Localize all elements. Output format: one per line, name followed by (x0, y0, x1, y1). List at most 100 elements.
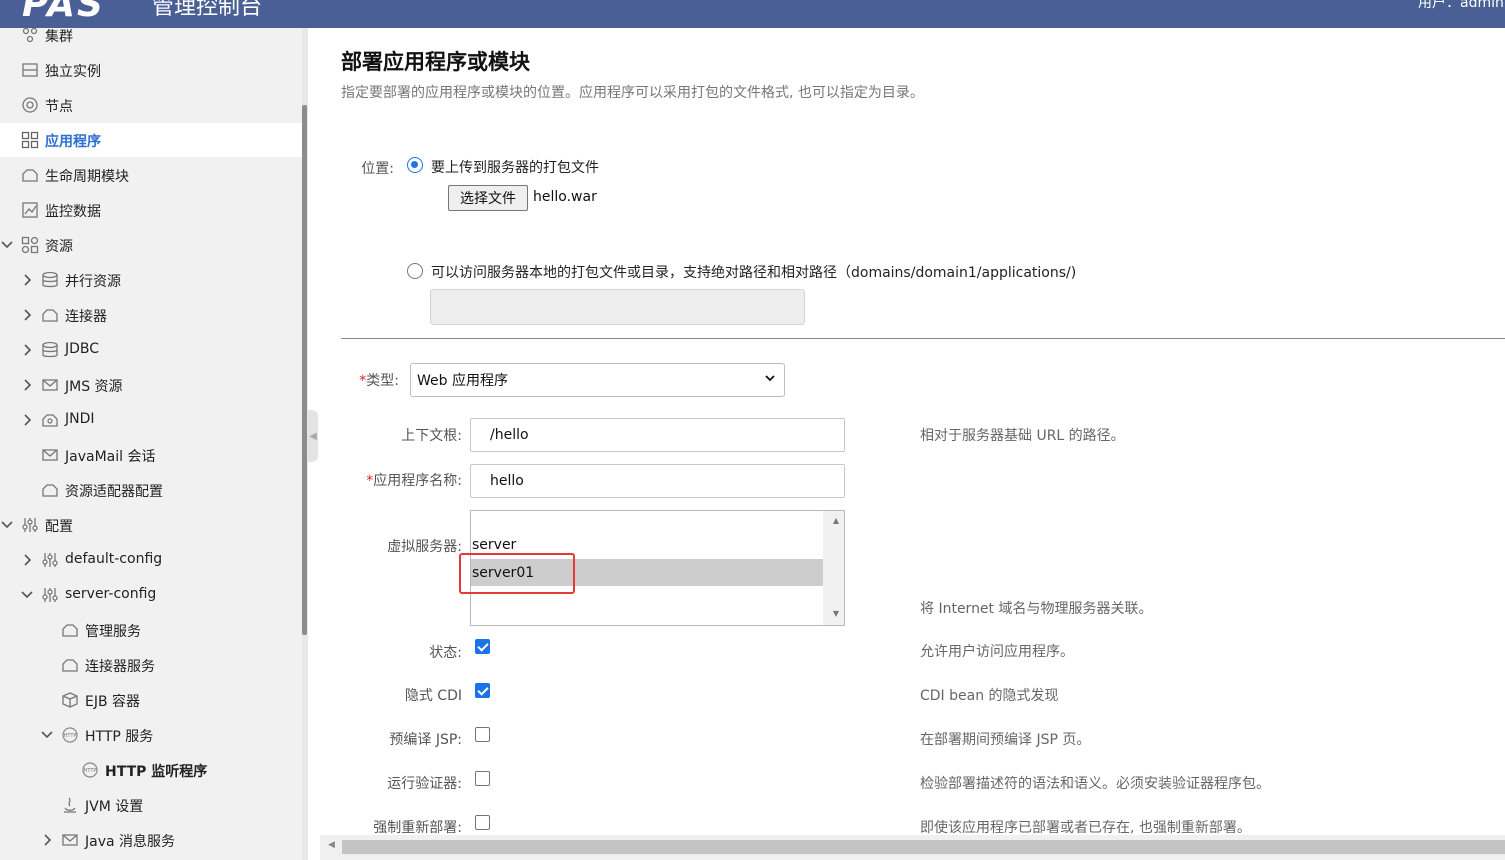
chevron-down-icon[interactable] (21, 588, 33, 602)
sidebar-item-label: 连接器服务 (85, 659, 155, 675)
chevron-right-icon[interactable] (21, 273, 33, 287)
upload-file-radio[interactable] (407, 157, 423, 173)
sidebar-item[interactable]: JNDI (0, 403, 302, 437)
java-icon (60, 795, 80, 815)
sidebar-item[interactable]: EJB 容器 (0, 683, 302, 717)
listbox-scrollbar[interactable] (823, 511, 844, 625)
sidebar-item-label: default-config (65, 551, 163, 567)
sidebar-item[interactable]: 集群 (0, 28, 302, 52)
jms-icon (40, 375, 60, 395)
http-icon: HTTP (60, 725, 80, 745)
sidebar-item[interactable]: server-config (0, 578, 302, 612)
sidebar-item-label: 应用程序 (45, 134, 101, 150)
jms-icon (60, 830, 80, 850)
sidebar-item-label: 节点 (45, 99, 73, 115)
sidebar-item-label: Java 消息服务 (85, 834, 176, 850)
sidebar-item[interactable]: 节点 (0, 88, 302, 122)
app-name-input[interactable]: hello (470, 464, 845, 498)
verifier-checkbox[interactable] (475, 771, 490, 786)
sidebar-item[interactable]: 连接器服务 (0, 648, 302, 682)
location-label: 位置: (361, 161, 394, 177)
context-root-input[interactable]: /hello (470, 418, 845, 452)
sidebar-item[interactable]: 配置 (0, 508, 302, 542)
force-redeploy-help: 即使该应用程序已部署或者已存在, 也强制重新部署。 (920, 820, 1251, 836)
sidebar-scrollbar-thumb[interactable] (302, 105, 307, 635)
config-icon (40, 585, 60, 605)
product-logo: PAS (22, 0, 105, 25)
force-redeploy-checkbox[interactable] (475, 815, 490, 830)
status-help: 允许用户访问应用程序。 (920, 644, 1074, 660)
chevron-right-icon[interactable] (21, 343, 33, 357)
sidebar-item[interactable]: 监控数据 (0, 193, 302, 227)
svg-text:HTTP: HTTP (84, 768, 97, 774)
sidebar-item-label: 资源 (45, 239, 73, 255)
jndi-icon (40, 410, 60, 430)
page-title: 部署应用程序或模块 (341, 50, 530, 74)
sidebar-item[interactable]: HTTP HTTP 监听程序 (0, 753, 302, 787)
sidebar-item-label: 配置 (45, 519, 73, 535)
virtual-servers-label: 虚拟服务器: (387, 539, 462, 555)
force-redeploy-label: 强制重新部署: (373, 820, 462, 836)
sidebar-item[interactable]: 资源 (0, 228, 302, 262)
sidebar-item-label: 管理服务 (85, 624, 141, 640)
chevron-right-icon[interactable] (21, 378, 33, 392)
precompile-checkbox[interactable] (475, 727, 490, 742)
sidebar-item-label: 集群 (45, 29, 73, 45)
scroll-up-icon[interactable]: ▲ (833, 516, 839, 525)
sidebar-item[interactable]: default-config (0, 543, 302, 577)
type-select[interactable]: Web 应用程序 (410, 363, 785, 397)
scroll-down-icon[interactable]: ▼ (833, 609, 839, 618)
chevron-down-icon[interactable] (1, 238, 13, 252)
sidebar-item[interactable]: 并行资源 (0, 263, 302, 297)
sidebar-collapse-handle[interactable]: ◀ (308, 410, 318, 462)
context-root-label: 上下文根: (401, 428, 462, 444)
cdi-checkbox[interactable] (475, 683, 490, 698)
database-icon (40, 270, 60, 290)
sidebar-item[interactable]: 资源适配器配置 (0, 473, 302, 507)
local-path-radio[interactable] (407, 263, 423, 279)
applications-icon (20, 130, 40, 150)
sidebar-item[interactable]: JMS 资源 (0, 368, 302, 402)
sidebar-item-label: 资源适配器配置 (65, 484, 163, 500)
precompile-help: 在部署期间预编译 JSP 页。 (920, 732, 1091, 748)
adapter-icon (40, 480, 60, 500)
sidebar-item[interactable]: 连接器 (0, 298, 302, 332)
sidebar-item[interactable]: 生命周期模块 (0, 158, 302, 192)
sidebar-item-label: 独立实例 (45, 64, 101, 80)
http-icon: HTTP (80, 760, 100, 780)
sidebar-item[interactable]: Java 消息服务 (0, 823, 302, 857)
chevron-right-icon[interactable] (21, 413, 33, 427)
sidebar-item[interactable]: JVM 设置 (0, 788, 302, 822)
lifecycle-icon (20, 165, 40, 185)
sidebar: 集群独立实例节点应用程序生命周期模块监控数据资源并行资源 连接器 JDBC JMS 资… (0, 28, 302, 860)
chevron-down-icon[interactable] (41, 728, 53, 742)
sidebar-item[interactable]: 管理服务 (0, 613, 302, 647)
svg-text:HTTP: HTTP (64, 733, 77, 739)
sidebar-item[interactable]: 独立实例 (0, 53, 302, 87)
page-description: 指定要部署的应用程序或模块的位置。应用程序可以采用打包的文件格式, 也可以指定为… (341, 85, 924, 101)
chevron-right-icon[interactable] (21, 308, 33, 322)
local-path-input[interactable] (430, 289, 805, 325)
sidebar-item[interactable]: JDBC (0, 333, 302, 367)
mail-icon (40, 445, 60, 465)
chevron-right-icon[interactable] (21, 553, 33, 567)
scroll-left-icon[interactable]: ◀ (328, 840, 335, 850)
sidebar-item[interactable]: 应用程序 (0, 123, 302, 157)
monitoring-icon (20, 200, 40, 220)
main-content: 部署应用程序或模块 指定要部署的应用程序或模块的位置。应用程序可以采用打包的文件… (320, 28, 1505, 860)
type-select-value: Web 应用程序 (417, 373, 508, 389)
choose-file-button[interactable]: 选择文件 (448, 185, 528, 211)
horizontal-scrollbar-thumb[interactable] (342, 840, 1505, 854)
chevron-right-icon[interactable] (41, 833, 53, 847)
sidebar-item[interactable]: JavaMail 会话 (0, 438, 302, 472)
cluster-icon (20, 28, 40, 45)
chevron-down-icon[interactable] (1, 518, 13, 532)
app-name-label: *应用程序名称: (366, 470, 462, 490)
context-root-help: 相对于服务器基础 URL 的路径。 (920, 428, 1125, 444)
status-checkbox[interactable] (475, 639, 490, 654)
sidebar-item-label: HTTP 监听程序 (105, 764, 208, 780)
upload-file-option-label: 要上传到服务器的打包文件 (431, 160, 599, 176)
sidebar-item[interactable]: HTTP HTTP 服务 (0, 718, 302, 752)
sidebar-item-label: 生命周期模块 (45, 169, 129, 185)
resources-icon (20, 235, 40, 255)
